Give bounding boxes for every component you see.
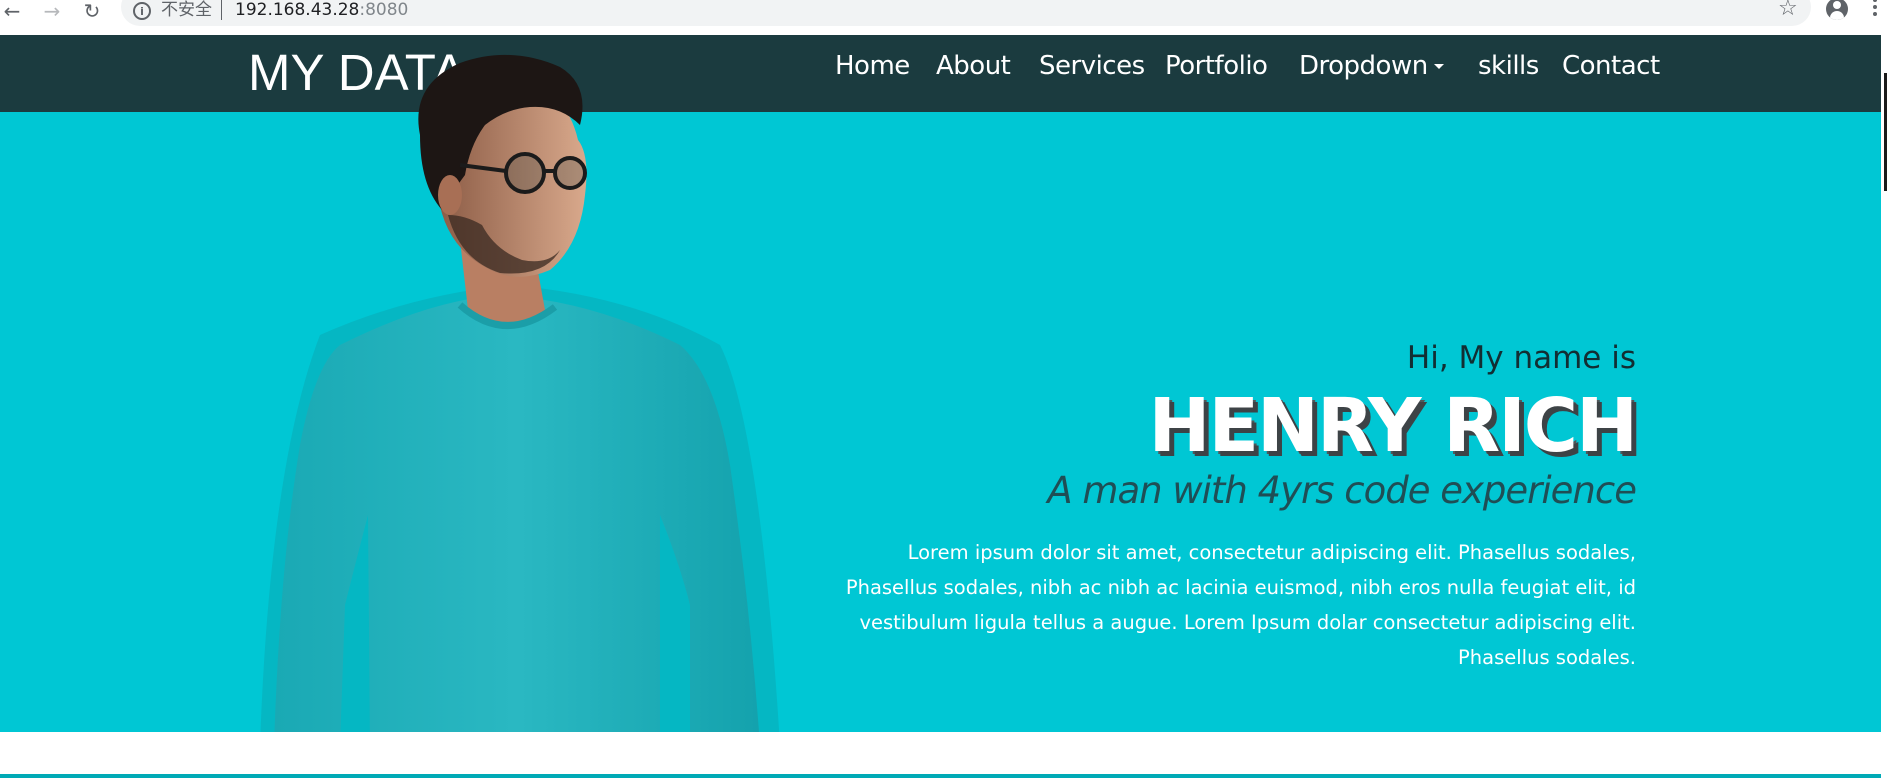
dropdown-caret-icon xyxy=(1433,64,1444,69)
hero-person-illustration xyxy=(260,54,780,732)
menu-icon[interactable] xyxy=(1872,0,1878,18)
hero-text: Hi, My name is HENRY RICH A man with 4yr… xyxy=(736,340,1638,675)
hero-name: HENRY RICH xyxy=(1148,383,1638,469)
nav-link-skills[interactable]: skills xyxy=(1478,49,1539,83)
hero-description: Lorem ipsum dolor sit amet, consectetur … xyxy=(736,535,1636,675)
nav-link-home[interactable]: Home xyxy=(835,49,910,83)
back-arrow-icon[interactable]: ← xyxy=(0,0,24,23)
info-icon[interactable]: i xyxy=(133,2,151,20)
hero-description-line: Lorem ipsum dolor sit amet, consectetur … xyxy=(907,541,1636,564)
web-page: MY DATA Home About Services Portfolio Dr… xyxy=(0,35,1887,778)
nav-link-dropdown: Dropdown xyxy=(1299,51,1428,81)
url-text[interactable]: 192.168.43.28:8080 xyxy=(235,0,408,21)
nav-dropdown[interactable]: Dropdown xyxy=(1299,49,1444,83)
site-navbar: MY DATA Home About Services Portfolio Dr… xyxy=(0,35,1881,112)
url-port: :8080 xyxy=(359,0,409,20)
hero-description-line: Phasellus sodales, nibh ac nibh ac lacin… xyxy=(845,576,1636,599)
nav-link-contact[interactable]: Contact xyxy=(1562,49,1660,83)
url-host: 192.168.43.28 xyxy=(235,0,360,20)
security-label: 不安全 xyxy=(161,0,212,20)
site-brand[interactable]: MY DATA xyxy=(248,43,466,103)
reload-icon[interactable]: ↻ xyxy=(80,0,104,23)
forward-arrow-icon[interactable]: → xyxy=(40,0,64,23)
hero-section: MY DATA Home About Services Portfolio Dr… xyxy=(0,35,1881,732)
nav-link-about[interactable]: About xyxy=(936,49,1011,83)
hero-tagline: A man with 4yrs code experience xyxy=(1047,469,1637,512)
address-separator xyxy=(221,0,222,20)
hero-greeting: Hi, My name is xyxy=(1406,340,1636,376)
account-icon[interactable] xyxy=(1826,0,1848,20)
bookmark-star-icon[interactable]: ☆ xyxy=(1778,0,1798,21)
browser-toolbar: ← → ↻ i 不安全 192.168.43.28:8080 ☆ xyxy=(0,0,1887,35)
hero-description-line: Phasellus sodales. xyxy=(1458,646,1636,669)
nav-link-portfolio[interactable]: Portfolio xyxy=(1165,49,1268,83)
nav-link-services[interactable]: Services xyxy=(1039,49,1145,83)
address-bar[interactable]: i 不安全 192.168.43.28:8080 xyxy=(121,0,1811,26)
hero-description-line: vestibulum ligula tellus a augue. Lorem … xyxy=(859,611,1636,634)
section-divider xyxy=(0,774,1881,778)
